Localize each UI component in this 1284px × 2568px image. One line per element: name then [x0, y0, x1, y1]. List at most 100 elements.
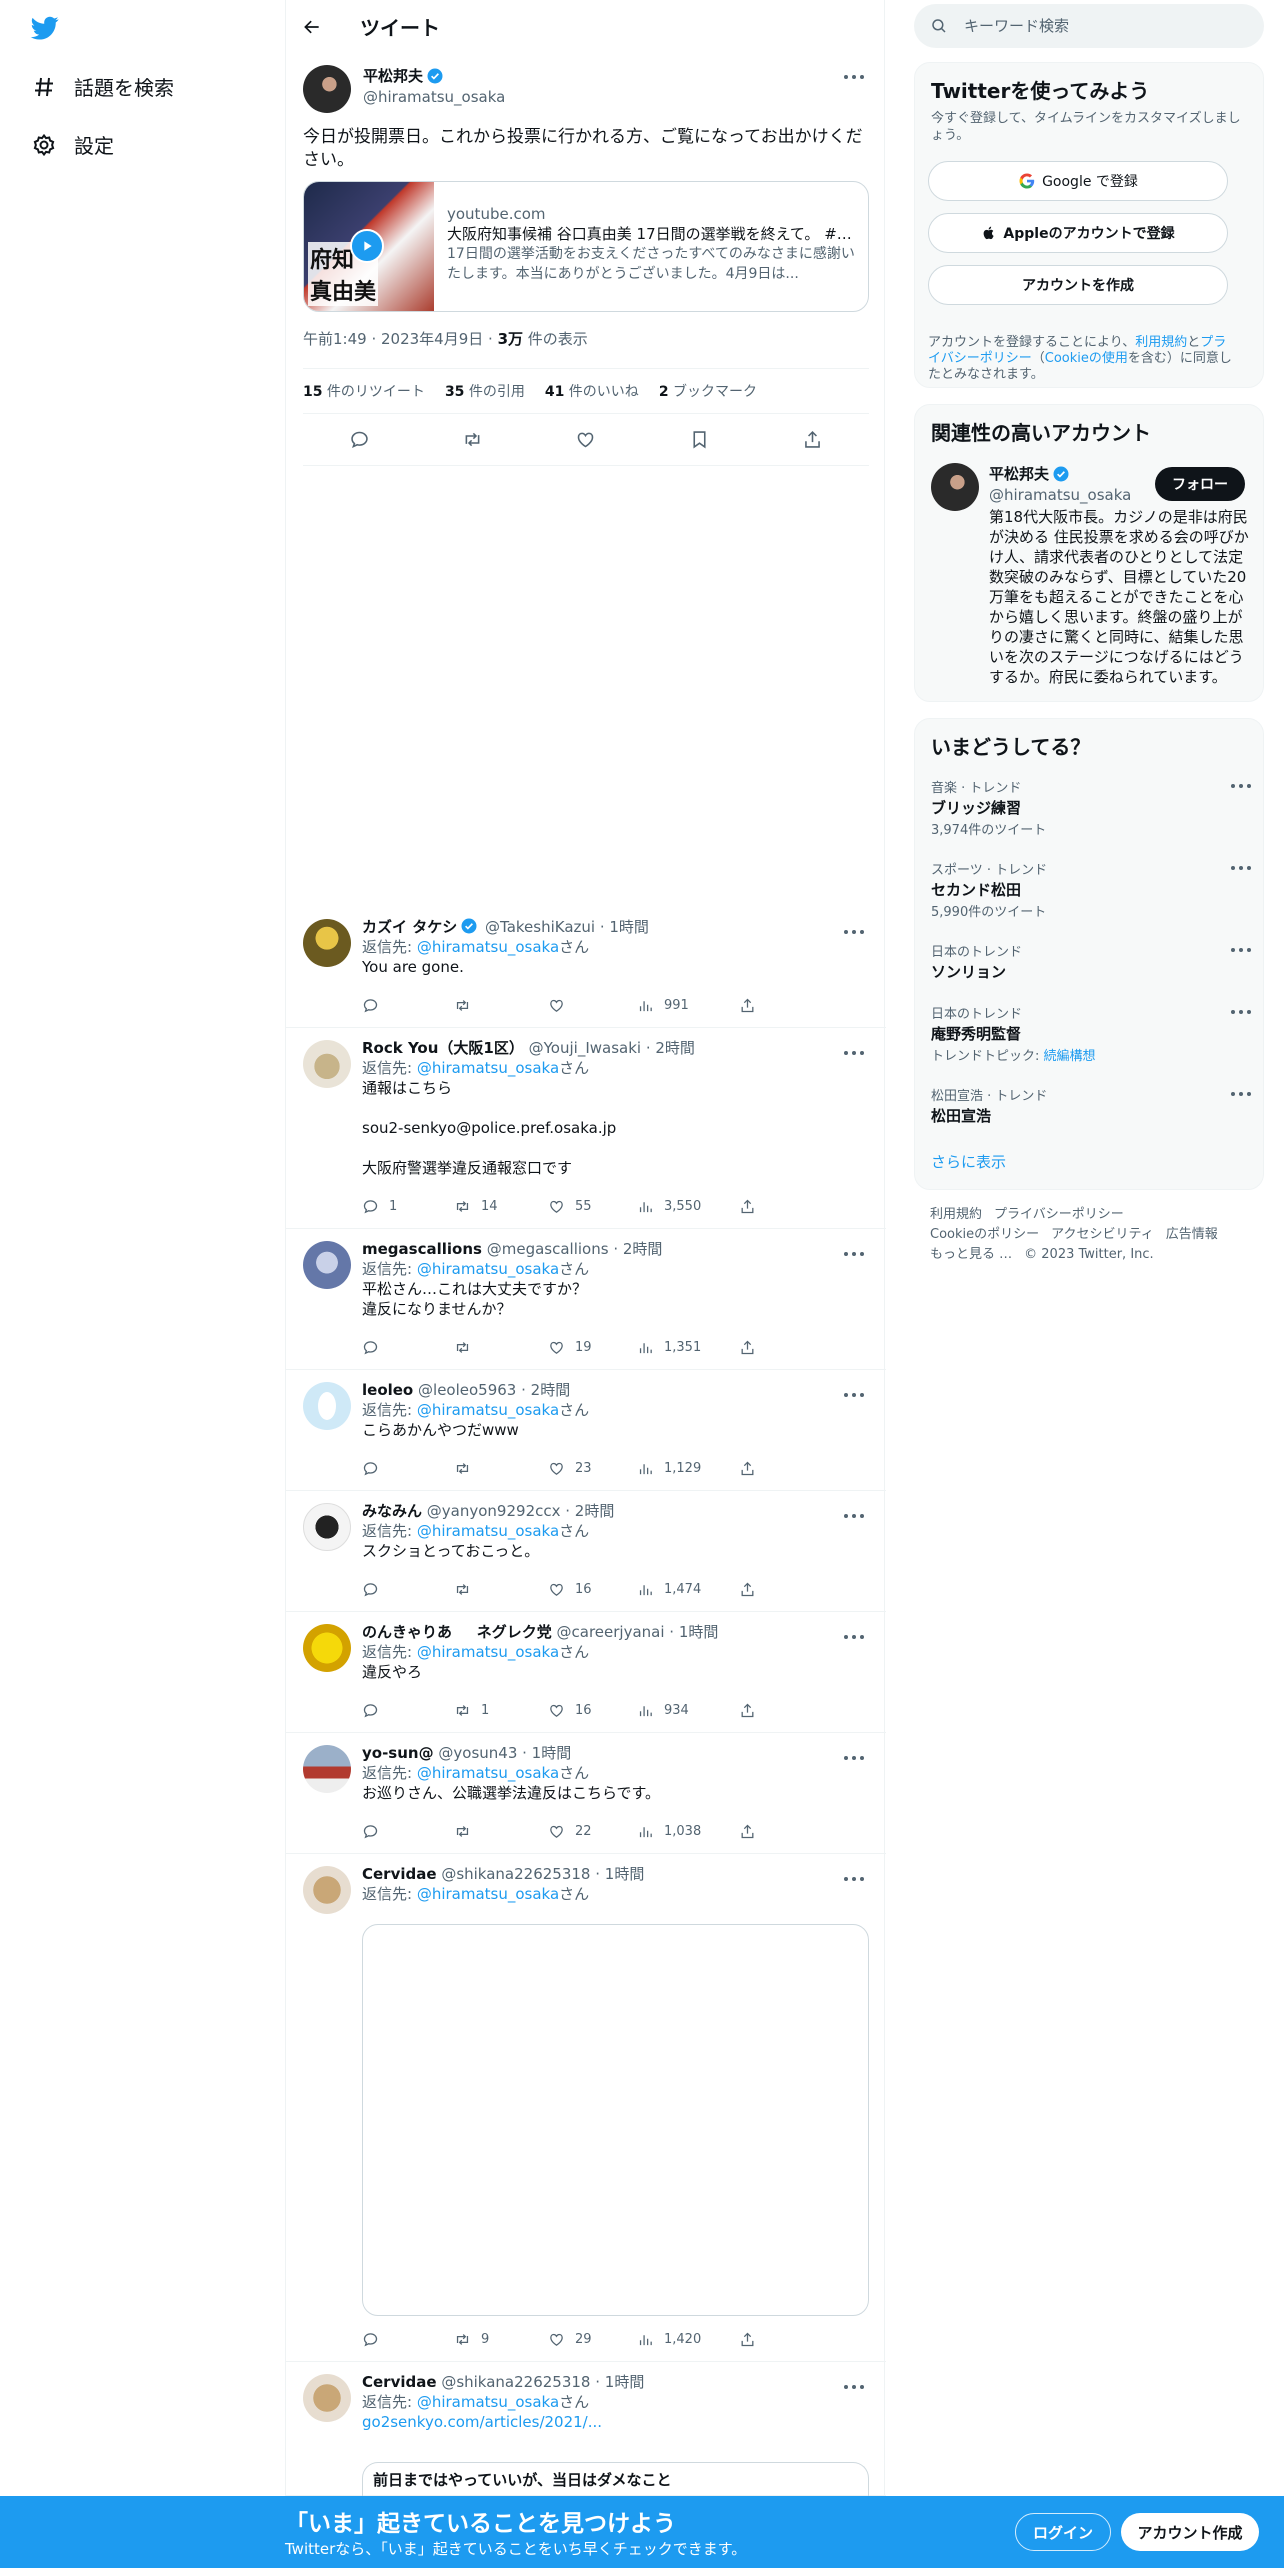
create-account-button[interactable]: アカウントを作成 [928, 265, 1228, 305]
share-button[interactable] [739, 1823, 766, 1840]
share-icon[interactable] [802, 429, 823, 450]
nav-explore[interactable]: 話題を検索 [30, 72, 174, 101]
like-button[interactable]: 29 [548, 2331, 592, 2348]
stat-quotes[interactable]: 35 件の引用 [445, 381, 525, 401]
retweet-button[interactable] [454, 1581, 481, 1598]
like-button[interactable]: 19 [548, 1339, 592, 1356]
reply-author-name[interactable]: カズイ タケシ [362, 918, 457, 936]
terms-link[interactable]: 利用規約 [1135, 335, 1187, 350]
retweet-button[interactable] [454, 1823, 481, 1840]
reply-author-handle[interactable]: @shikana22625318 [441, 1865, 590, 1883]
retweet-button[interactable]: 14 [454, 1198, 498, 1215]
reply-button[interactable] [362, 997, 389, 1014]
show-more-link[interactable]: さらに表示 [931, 1151, 1251, 1172]
reply-author-handle[interactable]: @careerjyanai [557, 1623, 665, 1641]
views-button[interactable]: 3,550 [637, 1198, 701, 1215]
reply-time[interactable]: · 1時間 [590, 1865, 644, 1883]
like-icon[interactable] [575, 429, 596, 450]
reply-tweet[interactable]: みなみん @yanyon9292ccx · 2時間 返信先: @hiramatsu… [286, 1491, 886, 1612]
footer-cookie[interactable]: Cookieのポリシー [930, 1227, 1039, 1242]
views-button[interactable]: 1,351 [637, 1339, 701, 1356]
avatar[interactable] [303, 1745, 351, 1793]
avatar[interactable] [303, 919, 351, 967]
footer-terms[interactable]: 利用規約 [930, 1207, 982, 1222]
replying-to-link[interactable]: @hiramatsu_osaka [417, 1401, 559, 1419]
reply-link[interactable]: go2senkyo.com/articles/2021/... [362, 2412, 869, 2432]
views-button[interactable]: 991 [637, 997, 689, 1014]
views-button[interactable]: 1,038 [637, 1823, 701, 1840]
related-account-info[interactable]: 平松邦夫 @hiramatsu_osaka [989, 463, 1131, 504]
reply-time[interactable]: · 1時間 [517, 1744, 571, 1762]
reply-author-handle[interactable]: @Youji_Iwasaki [529, 1039, 641, 1057]
reply-tweet[interactable]: のんきゃりあ ネグレク党 @careerjyanai · 1時間 返信先: @hi… [286, 1612, 886, 1733]
reply-tweet[interactable]: yo-sun@ @yosun43 · 1時間 返信先: @hiramatsu_os… [286, 1733, 886, 1854]
more-options-icon[interactable] [844, 1251, 864, 1257]
like-button[interactable]: 23 [548, 1460, 592, 1477]
like-button[interactable]: 16 [548, 1581, 592, 1598]
retweet-button[interactable] [454, 1339, 481, 1356]
more-options-icon[interactable] [844, 1876, 864, 1882]
reply-button[interactable]: 1 [362, 1198, 397, 1215]
avatar[interactable] [303, 65, 351, 113]
reply-time[interactable]: · 1時間 [590, 2373, 644, 2391]
more-options-icon[interactable] [1231, 947, 1251, 953]
footer-ads[interactable]: 広告情報 [1166, 1227, 1218, 1242]
trend-topic-link[interactable]: 続編構想 [1044, 1049, 1096, 1064]
apple-signup-button[interactable]: Appleのアカウントで登録 [928, 213, 1228, 253]
reply-tweet[interactable]: Rock You（大阪1区） @Youji_Iwasaki · 2時間 返信先: … [286, 1028, 886, 1229]
reply-button[interactable] [362, 1823, 389, 1840]
like-button[interactable] [548, 997, 575, 1014]
embedded-media[interactable] [362, 1924, 869, 2316]
signup-button[interactable]: アカウント作成 [1121, 2513, 1259, 2551]
reply-author-name[interactable]: yo-sun@ [362, 1744, 434, 1762]
avatar[interactable] [303, 1241, 351, 1289]
more-options-icon[interactable] [844, 1513, 864, 1519]
replying-to-link[interactable]: @hiramatsu_osaka [417, 1059, 559, 1077]
reply-time[interactable]: · 1時間 [665, 1623, 718, 1641]
more-options-icon[interactable] [1231, 1091, 1251, 1097]
share-button[interactable] [739, 1339, 766, 1356]
replying-to-link[interactable]: @hiramatsu_osaka [417, 1260, 559, 1278]
avatar[interactable] [303, 1624, 351, 1672]
retweet-button[interactable] [454, 997, 481, 1014]
stat-bookmarks[interactable]: 2 ブックマーク [659, 381, 757, 401]
reply-time[interactable]: · 2時間 [609, 1240, 662, 1258]
reply-author-handle[interactable]: @leoleo5963 [418, 1381, 516, 1399]
search-input[interactable] [964, 17, 1224, 35]
reply-tweet[interactable]: leoleo @leoleo5963 · 2時間 返信先: @hiramatsu_… [286, 1370, 886, 1491]
reply-author-handle[interactable]: @yanyon9292ccx [427, 1502, 561, 1520]
trend-item[interactable]: 日本のトレンド 庵野秀明監督 トレンドトピック: 続編構想 [931, 1003, 1251, 1064]
reply-button[interactable] [362, 1460, 389, 1477]
trend-item[interactable]: スポーツ · トレンド セカンド松田 5,990件のツイート [931, 859, 1251, 920]
reply-author-name[interactable]: Cervidae [362, 1865, 437, 1883]
more-options-icon[interactable] [1231, 1009, 1251, 1015]
reply-button[interactable] [362, 1702, 389, 1719]
like-button[interactable]: 16 [548, 1702, 592, 1719]
replying-to-link[interactable]: @hiramatsu_osaka [417, 1522, 559, 1540]
reply-author-handle[interactable]: @yosun43 [438, 1744, 517, 1762]
like-button[interactable]: 22 [548, 1823, 592, 1840]
avatar[interactable] [303, 1866, 351, 1914]
more-options-icon[interactable] [844, 1634, 864, 1640]
reply-author-name[interactable]: leoleo [362, 1381, 413, 1399]
footer-accessibility[interactable]: アクセシビリティ [1051, 1227, 1154, 1242]
retweet-button[interactable]: 9 [454, 2331, 489, 2348]
reply-author-name[interactable]: Rock You（大阪1区） [362, 1039, 524, 1057]
reply-author-handle[interactable]: @TakeshiKazui [485, 918, 595, 936]
play-icon[interactable] [350, 229, 384, 263]
share-button[interactable] [739, 1460, 766, 1477]
reply-time[interactable]: · 2時間 [560, 1502, 614, 1520]
replying-to-link[interactable]: @hiramatsu_osaka [417, 2393, 559, 2411]
views-button[interactable]: 1,474 [637, 1581, 701, 1598]
more-options-icon[interactable] [844, 74, 864, 80]
avatar[interactable] [303, 1040, 351, 1088]
like-button[interactable]: 55 [548, 1198, 592, 1215]
retweet-icon[interactable] [462, 429, 483, 450]
author-handle[interactable]: @hiramatsu_osaka [363, 88, 505, 106]
cookie-link[interactable]: Cookieの使用 [1045, 351, 1128, 366]
back-arrow-icon[interactable] [302, 17, 322, 37]
more-options-icon[interactable] [844, 1392, 864, 1398]
avatar[interactable] [303, 1503, 351, 1551]
reply-icon[interactable] [349, 429, 370, 450]
views-button[interactable]: 1,420 [637, 2331, 701, 2348]
